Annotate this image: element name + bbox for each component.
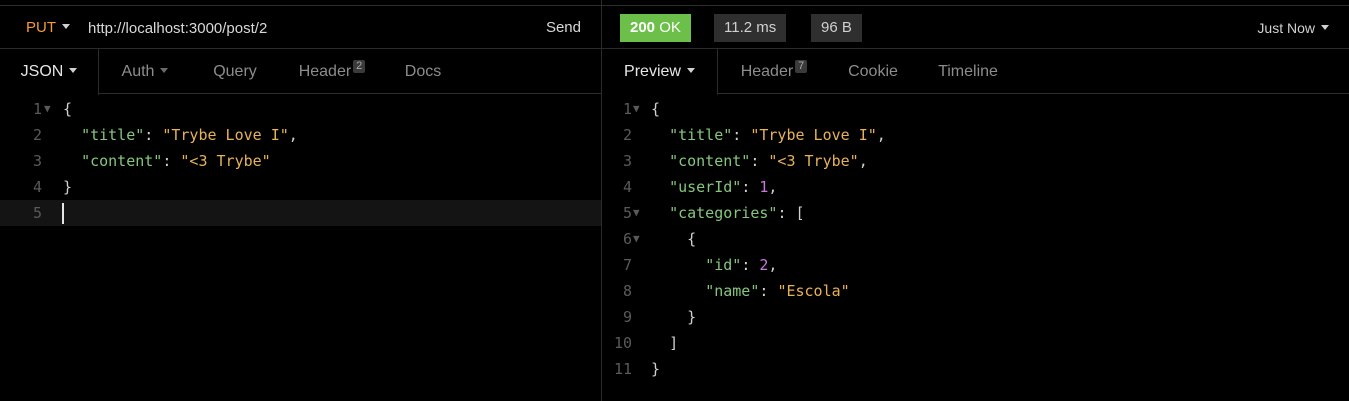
code-text: { bbox=[63, 100, 73, 118]
tab-label: Preview bbox=[624, 63, 681, 80]
code-line: 6 ▼ { bbox=[602, 226, 1349, 252]
code-text: { bbox=[687, 230, 697, 248]
fold-arrow-icon[interactable]: ▼ bbox=[44, 96, 51, 122]
code-text: "title": "Trybe Love I", bbox=[669, 126, 886, 144]
response-pane: 200 OK 11.2 ms 96 B Just Now Preview Hea… bbox=[602, 0, 1349, 401]
line-number: 3 bbox=[32, 152, 42, 170]
header-count-badge: 2 bbox=[353, 60, 366, 73]
fold-arrow-icon[interactable]: ▼ bbox=[633, 200, 640, 226]
status-badge: 200 OK bbox=[620, 14, 691, 42]
code-text: "title": "Trybe Love I", bbox=[81, 126, 298, 144]
line-number: 3 bbox=[622, 152, 632, 170]
code-text: } bbox=[687, 308, 697, 326]
history-label: Just Now bbox=[1257, 20, 1315, 36]
code-line: 7 "id": 2, bbox=[602, 252, 1349, 278]
tab-label: Docs bbox=[404, 63, 442, 80]
code-line: 3 "content": "<3 Trybe", bbox=[602, 148, 1349, 174]
header-count-badge: 7 bbox=[795, 60, 808, 73]
request-pane: PUT Send JSON Auth Query Header2 Docs 1 … bbox=[0, 0, 601, 401]
history-dropdown[interactable]: Just Now bbox=[1257, 20, 1329, 36]
code-line: 4 } bbox=[0, 174, 601, 200]
tab-label: JSON bbox=[20, 63, 64, 80]
line-number: 9 bbox=[622, 308, 632, 326]
line-number: 2 bbox=[622, 126, 632, 144]
code-line: 5 ▼ "categories": [ bbox=[602, 200, 1349, 226]
send-button[interactable]: Send bbox=[546, 19, 581, 36]
line-number: 7 bbox=[622, 256, 632, 274]
response-status-bar: 200 OK 11.2 ms 96 B Just Now bbox=[602, 5, 1349, 49]
code-text: ] bbox=[669, 334, 679, 352]
tab-timeline[interactable]: Timeline bbox=[916, 49, 1020, 94]
code-line: 4 "userId": 1, bbox=[602, 174, 1349, 200]
tab-auth[interactable]: Auth bbox=[99, 49, 191, 94]
tab-label: Cookie bbox=[848, 63, 898, 80]
tab-label: Header bbox=[740, 63, 794, 80]
caret-down-icon bbox=[69, 67, 78, 73]
caret-down-icon bbox=[1321, 25, 1329, 31]
code-text: "content": "<3 Trybe", bbox=[669, 152, 868, 170]
caret-down-icon bbox=[686, 67, 695, 73]
code-line: 2 "title": "Trybe Love I", bbox=[602, 122, 1349, 148]
response-time-badge: 11.2 ms bbox=[714, 14, 787, 42]
url-bar: PUT Send bbox=[0, 5, 601, 49]
tab-query[interactable]: Query bbox=[191, 49, 279, 94]
line-number: 4 bbox=[622, 178, 632, 196]
request-tabs: JSON Auth Query Header 2 Docs bbox=[0, 49, 601, 95]
tab-cookie[interactable]: Cookie bbox=[830, 49, 916, 94]
response-tabs: Preview Header 7 Cookie Timeline bbox=[602, 49, 1349, 95]
fold-arrow-icon[interactable]: ▼ bbox=[633, 226, 640, 252]
code-line: 8 "name": "Escola" bbox=[602, 278, 1349, 304]
caret-down-icon bbox=[62, 24, 70, 30]
code-text: } bbox=[63, 178, 73, 196]
tab-json[interactable]: JSON bbox=[0, 49, 99, 95]
code-line: 1 ▼ { bbox=[602, 96, 1349, 122]
caret-down-icon bbox=[160, 67, 169, 73]
line-number: 2 bbox=[32, 126, 42, 144]
tab-label: Auth bbox=[121, 63, 155, 80]
fold-arrow-icon[interactable]: ▼ bbox=[633, 96, 640, 122]
code-line-active: 5 bbox=[0, 200, 601, 226]
line-number: 8 bbox=[622, 282, 632, 300]
code-line: 1 ▼ { bbox=[0, 96, 601, 122]
response-size-badge: 96 B bbox=[811, 14, 862, 42]
request-body-editor[interactable]: 1 ▼ { 2 "title": "Trybe Love I", 3 "cont… bbox=[0, 96, 601, 226]
tab-label: Timeline bbox=[938, 63, 998, 80]
code-line: 11 } bbox=[602, 356, 1349, 382]
tab-docs[interactable]: Docs bbox=[385, 49, 461, 94]
code-text: "categories": [ bbox=[669, 204, 805, 222]
tab-label: Query bbox=[213, 63, 257, 80]
code-text: } bbox=[651, 360, 661, 378]
tab-preview[interactable]: Preview bbox=[602, 49, 718, 95]
tab-label: Header bbox=[298, 63, 352, 80]
code-line: 3 "content": "<3 Trybe" bbox=[0, 148, 601, 174]
code-text: "id": 2, bbox=[705, 256, 778, 274]
text-cursor bbox=[62, 203, 64, 224]
line-number: 5 bbox=[622, 204, 632, 222]
line-number: 4 bbox=[32, 178, 42, 196]
code-text: { bbox=[651, 100, 661, 118]
line-number: 5 bbox=[32, 204, 42, 222]
code-line: 9 } bbox=[602, 304, 1349, 330]
method-label: PUT bbox=[26, 19, 56, 36]
tab-header[interactable]: Header 2 bbox=[279, 49, 385, 94]
line-number: 1 bbox=[32, 100, 42, 118]
code-line: 10 ] bbox=[602, 330, 1349, 356]
method-dropdown[interactable]: PUT bbox=[26, 19, 70, 36]
tab-response-header[interactable]: Header 7 bbox=[718, 49, 830, 94]
url-input[interactable] bbox=[88, 18, 508, 38]
line-number: 1 bbox=[622, 100, 632, 118]
code-text: "userId": 1, bbox=[669, 178, 778, 196]
code-line: 2 "title": "Trybe Love I", bbox=[0, 122, 601, 148]
code-text: "content": "<3 Trybe" bbox=[81, 152, 271, 170]
code-text: "name": "Escola" bbox=[705, 282, 850, 300]
line-number: 6 bbox=[622, 230, 632, 248]
line-number: 11 bbox=[613, 360, 632, 378]
response-preview: 1 ▼ { 2 "title": "Trybe Love I", 3 "cont… bbox=[602, 96, 1349, 382]
line-number: 10 bbox=[613, 334, 632, 352]
